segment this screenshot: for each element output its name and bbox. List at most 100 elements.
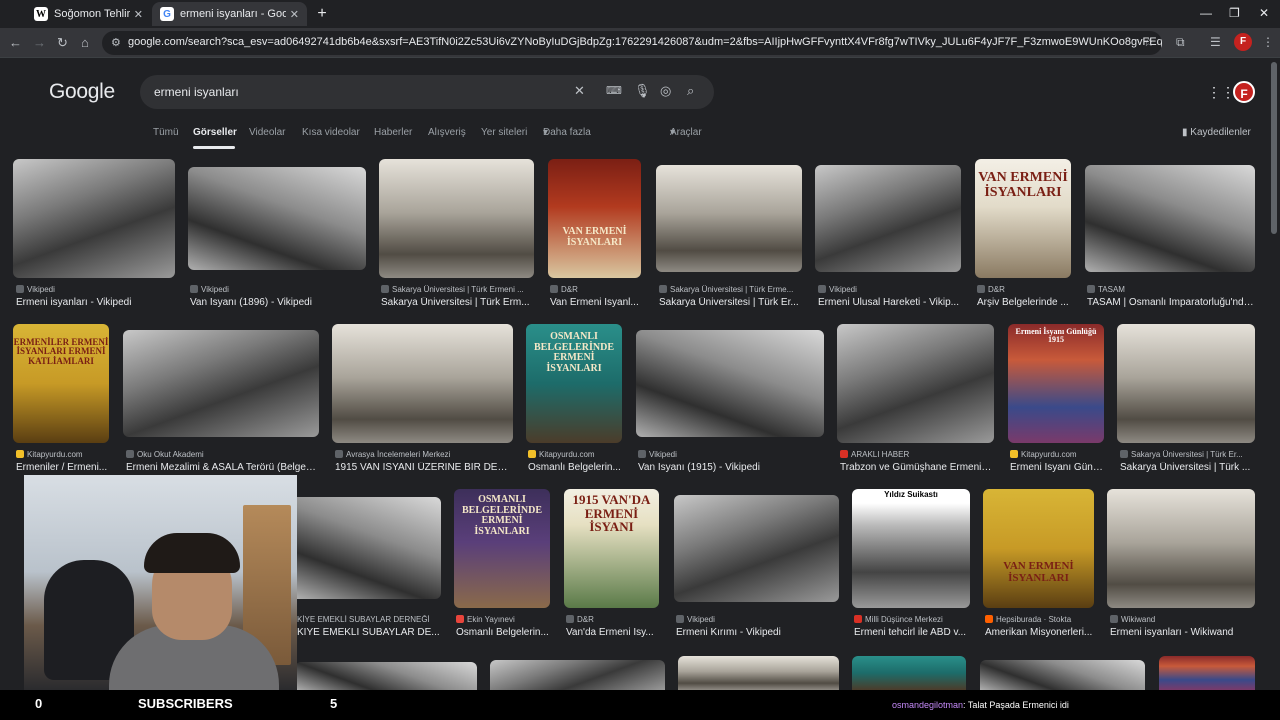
result-thumbnail[interactable] <box>188 167 366 270</box>
result-thumbnail[interactable] <box>379 159 534 278</box>
maximize-icon[interactable]: ❐ <box>1229 6 1240 20</box>
apps-grid-icon[interactable]: ⋮⋮ <box>1207 84 1235 101</box>
result-thumbnail[interactable] <box>1117 324 1255 443</box>
search-input[interactable]: ermeni isyanları <box>154 85 239 99</box>
result-caption[interactable]: Ermeni isyanları - Vikipedi <box>16 297 174 308</box>
result-thumbnail[interactable] <box>678 656 839 690</box>
result-thumbnail[interactable] <box>674 495 839 602</box>
stream-info-bar: 0 SUBSCRIBERS 5 osmandegilotman: Talat P… <box>0 690 1280 720</box>
result-thumbnail[interactable] <box>297 497 441 599</box>
result-thumbnail[interactable] <box>1159 656 1255 690</box>
result-thumbnail[interactable] <box>1085 165 1255 272</box>
home-icon[interactable]: ⌂ <box>81 35 89 50</box>
page-scrollbar[interactable] <box>1271 62 1277 234</box>
result-thumbnail[interactable]: Yıldız Suikastı <box>852 489 970 608</box>
microphone-icon[interactable]: 🎙 <box>634 83 651 99</box>
tab-shopping[interactable]: Alışveriş <box>428 127 466 138</box>
result-thumbnail[interactable] <box>123 330 319 437</box>
result-caption[interactable]: Ermeni Mezalimi & ASALA Terörü (Belges..… <box>126 462 318 473</box>
site-info-icon[interactable]: ⚙ <box>111 36 121 49</box>
result-thumbnail[interactable] <box>13 159 175 278</box>
result-thumbnail[interactable] <box>295 662 477 690</box>
bookmark-star-icon[interactable]: ☆ <box>1143 35 1154 49</box>
result-thumbnail[interactable] <box>980 660 1145 690</box>
close-tab-icon[interactable]: ✕ <box>290 8 299 21</box>
result-caption[interactable]: KİYE EMEKLİ SUBAYLAR DE... <box>297 627 441 638</box>
search-box[interactable]: ermeni isyanları ✕ ⌨ 🎙 ◎ ⌕ <box>140 75 714 109</box>
result-caption[interactable]: Van İsyanı (1915) - Vikipedi <box>638 462 823 473</box>
result-thumbnail[interactable]: VAN ERMENİ İSYANLARI <box>975 159 1071 278</box>
url-field[interactable]: ⚙ google.com/search?sca_esv=ad06492741db… <box>102 31 1162 55</box>
forward-icon[interactable]: → <box>33 35 46 50</box>
result-caption[interactable]: Sakarya Üniversitesi | Türk ... <box>1120 462 1254 473</box>
result-caption[interactable]: Van İsyanı (1896) - Vikipedi <box>190 297 365 308</box>
result-thumbnail[interactable]: OSMANLI BELGELERİNDE ERMENİ İSYANLARI <box>454 489 550 608</box>
result-thumbnail[interactable] <box>490 660 665 690</box>
result-caption[interactable]: Ermeni Kırımı - Vikipedi <box>676 627 838 638</box>
result-caption[interactable]: Ermeni isyanları - Wikiwand <box>1110 627 1254 638</box>
keyboard-icon[interactable]: ⌨ <box>606 84 622 97</box>
result-thumbnail[interactable]: OSMANLI BELGELERİNDE ERMENİ İSYANLARI <box>526 324 622 443</box>
tab-search-icon[interactable]: ☰ <box>1210 35 1221 49</box>
result-source: Vikipedi <box>190 285 365 294</box>
tab-all[interactable]: Tümü <box>153 127 179 138</box>
result-caption[interactable]: Amerikan Misyonerleri... <box>985 627 1093 638</box>
result-caption[interactable]: Sakarya Üniversitesi | Türk Erm... <box>381 297 533 308</box>
back-icon[interactable]: ← <box>9 35 22 50</box>
browser-tab-wikipedia[interactable]: W Soğomon Tehliryan - ✕ <box>26 2 151 26</box>
result-caption[interactable]: Osmanlı Belgelerin... <box>528 462 621 473</box>
result-caption[interactable]: Ermeniler / Ermeni... <box>16 462 109 473</box>
result-thumbnail[interactable]: VAN ERMENİ İSYANLARI <box>548 159 641 278</box>
new-tab-icon[interactable]: + <box>313 5 331 23</box>
search-icon[interactable]: ⌕ <box>687 83 694 99</box>
minimize-icon[interactable]: — <box>1200 6 1212 20</box>
result-caption[interactable]: Arşiv Belgelerinde ... <box>977 297 1069 308</box>
result-caption[interactable]: Van Ermeni İsyanl... <box>550 297 640 308</box>
tab-more[interactable]: Daha fazla ▾ <box>543 127 591 138</box>
result-caption[interactable]: Ermeni İsyanı Günl... <box>1010 462 1103 473</box>
tab-title: ermeni isyanları - Google'da Ar <box>180 8 286 20</box>
result-thumbnail[interactable] <box>636 330 824 437</box>
result-thumbnail[interactable] <box>815 165 961 272</box>
browser-tab-google[interactable]: G ermeni isyanları - Google'da Ar ✕ <box>152 2 307 26</box>
result-caption[interactable]: TASAM | Osmanlı İmparatorluğu'nda... <box>1087 297 1255 308</box>
tools-button[interactable]: Araçlar ▾ <box>670 127 702 138</box>
result-caption[interactable]: Ermeni Ulusal Hareketi - Vikip... <box>818 297 960 308</box>
result-caption[interactable]: Trabzon ve Gümüşhane Ermeni İ... <box>840 462 993 473</box>
tab-images[interactable]: Görseller <box>193 127 237 138</box>
book-cover-title: VAN ERMENİ İSYANLARI <box>562 226 627 248</box>
result-thumbnail[interactable] <box>656 165 802 272</box>
result-thumbnail[interactable] <box>837 324 994 443</box>
tab-news[interactable]: Haberler <box>374 127 412 138</box>
result-caption[interactable]: Sakarya Üniversitesi | Türk Er... <box>659 297 801 308</box>
close-window-icon[interactable]: ✕ <box>1259 6 1269 20</box>
result-caption[interactable]: 1915 VAN İSYANI ÜZERİNE BİR DEĞ... <box>335 462 512 473</box>
lens-icon[interactable]: ◎ <box>660 83 671 99</box>
book-cover-title: OSMANLI BELGELERİNDE ERMENİ İSYANLARI <box>461 494 543 537</box>
result-caption[interactable]: Osmanlı Belgelerin... <box>456 627 549 638</box>
more-menu-icon[interactable]: ⋮ <box>1262 35 1274 49</box>
result-thumbnail[interactable]: VAN ERMENİ İSYANLARI <box>983 489 1094 608</box>
result-thumbnail[interactable] <box>1107 489 1255 608</box>
browser-profile-avatar[interactable]: F <box>1234 33 1252 51</box>
result-thumbnail[interactable]: 1915 VAN'DA ERMENİ İSYANI <box>564 489 659 608</box>
google-account-avatar[interactable]: F <box>1233 81 1255 103</box>
tab-local[interactable]: Yer siteleri <box>481 127 527 138</box>
result-thumbnail[interactable]: Ermeni İsyanı Günlüğü 1915 <box>1008 324 1104 443</box>
saved-button[interactable]: ▮ Kaydedilenler <box>1182 127 1251 138</box>
close-tab-icon[interactable]: ✕ <box>134 8 143 21</box>
result-source: Milli Düşünce Merkezi <box>854 615 969 624</box>
result-caption[interactable]: Van'da Ermeni İsy... <box>566 627 658 638</box>
result-caption[interactable]: Ermeni tehcirl ile ABD v... <box>854 627 969 638</box>
result-source: Kitapyurdu.com <box>16 450 109 459</box>
google-favicon-icon: G <box>160 7 174 21</box>
tab-videos[interactable]: Videolar <box>249 127 286 138</box>
tab-short-videos[interactable]: Kısa videolar <box>302 127 360 138</box>
clear-icon[interactable]: ✕ <box>574 83 585 99</box>
result-thumbnail[interactable] <box>332 324 513 443</box>
google-logo[interactable]: Google <box>49 80 115 104</box>
extensions-icon[interactable]: ⧉ <box>1176 35 1185 50</box>
result-thumbnail[interactable] <box>852 656 966 690</box>
reload-icon[interactable]: ↻ <box>57 35 68 51</box>
result-thumbnail[interactable]: ERMENİLER ERMENİ İSYANLARI ERMENİ KATLİA… <box>13 324 109 443</box>
